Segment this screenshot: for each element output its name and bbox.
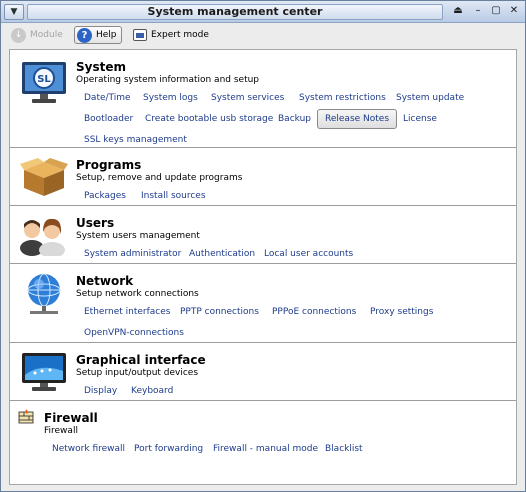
help-button[interactable]: ? Help: [74, 26, 122, 44]
section-title: Programs: [76, 158, 142, 172]
monitor-sl-icon: SL: [20, 60, 68, 106]
link-blacklist[interactable]: Blacklist: [325, 441, 363, 457]
module-button[interactable]: ↓ Module: [11, 26, 63, 44]
chevron-down-icon: ▼: [10, 7, 18, 17]
users-icon: [18, 214, 68, 258]
modules-panel: SL System Operating system information a…: [9, 49, 517, 485]
minimize-button[interactable]: –: [469, 4, 487, 20]
link-keyboard[interactable]: Keyboard: [131, 383, 173, 399]
toolbar: ↓ Module ? Help Expert mode: [1, 24, 525, 46]
section-title: Network: [76, 274, 134, 288]
link-backup[interactable]: Backup: [278, 111, 311, 127]
link-system-administrator[interactable]: System administrator: [84, 246, 181, 262]
link-bootloader[interactable]: Bootloader: [84, 111, 133, 127]
module-icon: ↓: [11, 27, 26, 43]
app-window: ▼ System management center ⏏ – ▢ ✕ ↓ Mod…: [0, 0, 526, 492]
title-bar: ▼ System management center ⏏ – ▢ ✕: [1, 1, 525, 23]
close-icon: ✕: [509, 5, 519, 16]
module-label: Module: [30, 30, 63, 40]
link-ethernet-interfaces[interactable]: Ethernet interfaces: [84, 304, 170, 320]
section-description: Firewall: [44, 426, 78, 436]
link-openvpn-connections[interactable]: OpenVPN-connections: [84, 325, 184, 341]
section-title: Graphical interface: [76, 353, 206, 367]
section-programs: Programs Setup, remove and update progra…: [10, 148, 516, 206]
section-title: Firewall: [44, 411, 98, 425]
section-network: Network Setup network connections Ethern…: [10, 264, 516, 343]
link-release-notes[interactable]: Release Notes: [317, 109, 398, 129]
link-pppoe-connections[interactable]: PPPoE connections: [272, 304, 356, 320]
link-port-forwarding[interactable]: Port forwarding: [134, 441, 203, 457]
firewall-icon: [18, 409, 34, 425]
expert-mode-label: Expert mode: [151, 30, 209, 40]
link-install-sources[interactable]: Install sources: [141, 188, 206, 204]
link-firewall-manual-mode[interactable]: Firewall - manual mode: [213, 441, 318, 457]
link-date-time[interactable]: Date/Time: [84, 90, 131, 106]
section-system: SL System Operating system information a…: [10, 50, 516, 148]
link-authentication[interactable]: Authentication: [189, 246, 255, 262]
link-network-firewall[interactable]: Network firewall: [52, 441, 125, 457]
link-display[interactable]: Display: [84, 383, 117, 399]
section-graphical-interface: Graphical interface Setup input/output d…: [10, 343, 516, 401]
minimize-icon: –: [475, 5, 481, 16]
help-icon: ?: [77, 27, 92, 43]
section-description: Setup input/output devices: [76, 368, 199, 378]
section-description: Setup, remove and update programs: [76, 173, 243, 183]
link-create-bootable-usb[interactable]: Create bootable usb storage: [145, 111, 273, 127]
eject-icon: ⏏: [453, 5, 463, 16]
expert-mode-button[interactable]: Expert mode: [133, 26, 209, 44]
maximize-icon: ▢: [491, 5, 501, 16]
link-local-user-accounts[interactable]: Local user accounts: [264, 246, 353, 262]
display-icon: [20, 351, 68, 393]
section-title: Users: [76, 216, 115, 230]
package-box-icon: [20, 156, 68, 198]
section-title: System: [76, 60, 126, 74]
link-system-services[interactable]: System services: [211, 90, 284, 106]
link-system-update[interactable]: System update: [396, 90, 464, 106]
link-packages[interactable]: Packages: [84, 188, 126, 204]
svg-text:SL: SL: [37, 74, 51, 85]
section-firewall: Firewall Firewall Network firewall Port …: [10, 401, 516, 459]
shade-button[interactable]: ⏏: [449, 4, 467, 20]
help-label: Help: [96, 30, 117, 40]
link-system-logs[interactable]: System logs: [143, 90, 198, 106]
link-license[interactable]: License: [403, 111, 437, 127]
section-description: System users management: [76, 231, 200, 241]
section-description: Operating system information and setup: [76, 75, 260, 85]
globe-network-icon: [22, 272, 66, 316]
expert-mode-icon: [133, 29, 147, 41]
close-button[interactable]: ✕: [505, 4, 523, 20]
maximize-button[interactable]: ▢: [487, 4, 505, 20]
link-pptp-connections[interactable]: PPTP connections: [180, 304, 259, 320]
link-ssl-keys[interactable]: SSL keys management: [84, 132, 187, 148]
section-users: Users System users management System adm…: [10, 206, 516, 264]
link-system-restrictions[interactable]: System restrictions: [299, 90, 386, 106]
window-title: System management center: [27, 4, 443, 20]
link-proxy-settings[interactable]: Proxy settings: [370, 304, 433, 320]
window-menu-button[interactable]: ▼: [4, 4, 24, 20]
section-description: Setup network connections: [76, 289, 199, 299]
